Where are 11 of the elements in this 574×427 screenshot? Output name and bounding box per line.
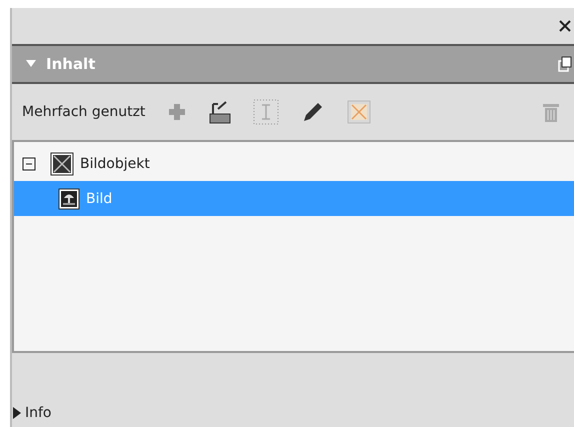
toolbar-label: Mehrfach genutzt bbox=[22, 104, 146, 120]
expand-arrow-icon[interactable] bbox=[12, 407, 22, 419]
import-icon[interactable] bbox=[209, 100, 232, 124]
image-frame-icon bbox=[50, 152, 74, 176]
panel-title: Inhalt bbox=[46, 55, 96, 73]
detach-icon[interactable] bbox=[558, 56, 572, 72]
image-icon bbox=[58, 188, 80, 210]
close-icon[interactable] bbox=[558, 19, 572, 33]
section-title[interactable]: Info bbox=[25, 405, 52, 421]
tree-item[interactable]: Bildobjekt bbox=[80, 156, 150, 172]
collapse-toggle-icon[interactable] bbox=[22, 156, 36, 170]
